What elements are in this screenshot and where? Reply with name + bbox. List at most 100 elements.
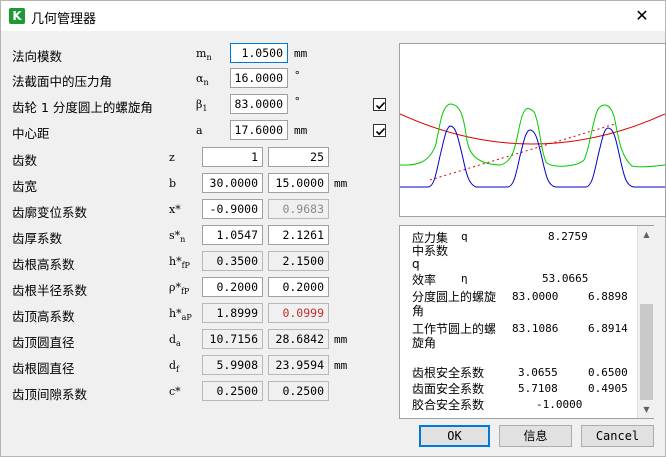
result-row-root-safety-value1: 3.0655 <box>518 366 558 379</box>
helix-angle-label: 齿轮 1 分度圆上的螺旋角 <box>12 100 153 115</box>
profile-shift-label: 齿廓变位系数 <box>12 205 88 220</box>
profile-shift-gear1-input[interactable]: -0.9000 <box>202 199 263 219</box>
pressure-angle-input[interactable]: 16.0000 <box>230 68 288 88</box>
tip-clearance-label: 齿顶间隙系数 <box>12 387 88 402</box>
results-scrollbar[interactable]: ▲ ▼ <box>637 226 654 418</box>
info-button[interactable]: 信息 <box>499 425 572 447</box>
dedendum-factor-symbol: h*fP <box>169 255 190 271</box>
center-distance-label: 中心距 <box>12 126 50 141</box>
root-diameter-unit: mm <box>334 359 348 372</box>
tip-clearance-gear1-input[interactable]: 0.2500 <box>202 381 263 401</box>
normal-module-unit: mm <box>294 47 308 60</box>
profile-shift-gear2-input: 0.9683 <box>268 199 329 219</box>
normal-module-input[interactable]: 1.0500 <box>230 43 288 63</box>
result-row-pitch-helix-angle-value1: 83.0000 <box>512 290 559 303</box>
tip-diameter-gear1-input[interactable]: 10.7156 <box>202 329 263 349</box>
tip-clearance-symbol: c* <box>169 385 181 398</box>
dedendum-factor-label: 齿根高系数 <box>12 257 75 272</box>
tooth-count-gear2-input[interactable]: 25 <box>268 147 329 167</box>
result-row-flank-safety: 齿面安全系数 <box>412 382 485 396</box>
helix-angle-unit: ° <box>294 95 301 108</box>
dedendum-factor-gear2-input[interactable]: 2.1500 <box>268 251 329 271</box>
result-row-flank-safety-value1: 5.7108 <box>518 382 558 395</box>
cancel-button[interactable]: Cancel <box>581 425 654 447</box>
tooth-count-symbol: z <box>169 151 175 164</box>
center-distance-symbol: a <box>196 124 203 137</box>
pressure-angle-unit: ° <box>294 69 301 82</box>
thickness-factor-symbol: s*n <box>169 229 186 245</box>
face-width-label: 齿宽 <box>12 179 38 194</box>
result-row-stress-concentration-value: 8.2759 <box>548 230 588 243</box>
face-width-gear2-input[interactable]: 15.0000 <box>268 173 329 193</box>
pressure-angle-symbol: αn <box>196 72 209 88</box>
result-row-scuffing-safety: 胶合安全系数 <box>412 398 485 412</box>
result-row-stress-concentration-3: q <box>412 257 420 271</box>
helix-angle-symbol: β1 <box>196 98 208 114</box>
normal-module-symbol: mn <box>196 47 212 63</box>
result-row-pitch-helix-angle: 分度圆上的螺旋 <box>412 290 497 304</box>
root-radius-factor-symbol: ρ*fP <box>169 281 190 297</box>
root-diameter-gear1-input[interactable]: 5.9908 <box>202 355 263 375</box>
dedendum-factor-gear1-input[interactable]: 0.3500 <box>202 251 263 271</box>
gear-mesh-drawing <box>399 103 666 188</box>
center-distance-input[interactable]: 17.6000 <box>230 120 288 140</box>
pitch-circle-arc <box>399 113 666 145</box>
scroll-thumb[interactable] <box>640 304 653 400</box>
result-row-flank-safety-value2: 0.4905 <box>588 382 628 395</box>
scroll-down-arrow-icon[interactable]: ▼ <box>638 401 655 418</box>
checkmark-icon <box>375 127 386 136</box>
thickness-factor-gear2-input[interactable]: 2.1261 <box>268 225 329 245</box>
scroll-up-arrow-icon[interactable]: ▲ <box>638 226 655 243</box>
addendum-factor-label: 齿顶高系数 <box>12 309 75 324</box>
tooth-count-gear1-input[interactable]: 1 <box>202 147 263 167</box>
tip-diameter-unit: mm <box>334 333 348 346</box>
helix-angle-input[interactable]: 83.0000 <box>230 94 288 114</box>
root-radius-factor-gear1-input[interactable]: 0.2000 <box>202 277 263 297</box>
root-diameter-symbol: df <box>169 359 180 375</box>
helix-angle-lock-checkbox[interactable] <box>373 98 386 111</box>
pressure-angle-label: 法截面中的压力角 <box>12 74 113 89</box>
addendum-factor-gear2-input[interactable]: 0.0999 <box>268 303 329 323</box>
result-row-efficiency: 效率 <box>412 273 437 287</box>
result-row-working-helix-angle-value2: 6.8914 <box>588 322 628 335</box>
center-distance-lock-checkbox[interactable] <box>373 124 386 137</box>
result-row-scuffing-safety-value1: -1.0000 <box>536 398 583 411</box>
root-diameter-label: 齿根圆直径 <box>12 361 75 376</box>
close-button[interactable]: ✕ <box>619 1 665 31</box>
window-title: 几何管理器 <box>31 12 97 27</box>
ok-button[interactable]: OK <box>419 425 490 447</box>
tooth-count-label: 齿数 <box>12 153 38 168</box>
result-row-working-helix-angle-2: 旋角 <box>412 336 437 350</box>
result-row-working-helix-angle-value1: 83.1086 <box>512 322 559 335</box>
normal-module-label: 法向模数 <box>12 49 63 64</box>
result-row-root-safety-value2: 0.6500 <box>588 366 628 379</box>
face-width-gear1-input[interactable]: 30.0000 <box>202 173 263 193</box>
geometry-manager-window: K 几何管理器 ✕ 法向模数 mn 1.0500 mm 法截面中的压力角 αn … <box>0 0 666 457</box>
center-distance-unit: mm <box>294 124 308 137</box>
profile-shift-symbol: x* <box>169 203 181 216</box>
result-row-efficiency-value: 53.0665 <box>542 272 589 285</box>
tip-clearance-gear2-input[interactable]: 0.2500 <box>268 381 329 401</box>
addendum-factor-symbol: h*aP <box>169 307 192 323</box>
root-radius-factor-gear2-input[interactable]: 0.2000 <box>268 277 329 297</box>
tip-diameter-symbol: da <box>169 333 181 349</box>
result-row-stress-concentration-symbol: q <box>461 230 468 243</box>
checkmark-icon <box>375 101 386 110</box>
root-radius-factor-label: 齿根半径系数 <box>12 283 88 298</box>
app-icon: K <box>9 8 25 24</box>
addendum-factor-gear1-input[interactable]: 1.8999 <box>202 303 263 323</box>
result-row-root-safety: 齿根安全系数 <box>412 366 485 380</box>
title-bar: K 几何管理器 ✕ <box>1 1 665 31</box>
tip-diameter-label: 齿顶圆直径 <box>12 335 75 350</box>
tip-diameter-gear2-input[interactable]: 28.6842 <box>268 329 329 349</box>
face-width-unit: mm <box>334 177 348 190</box>
result-row-pitch-helix-angle-value2: 6.8898 <box>588 290 628 303</box>
result-row-efficiency-symbol: η <box>461 272 468 285</box>
gear-mesh-preview <box>399 43 666 217</box>
result-row-pitch-helix-angle-2: 角 <box>412 304 425 318</box>
thickness-factor-gear1-input[interactable]: 1.0547 <box>202 225 263 245</box>
root-diameter-gear2-input[interactable]: 23.9594 <box>268 355 329 375</box>
face-width-symbol: b <box>169 177 177 190</box>
thickness-factor-label: 齿厚系数 <box>12 231 63 246</box>
results-list[interactable]: 应力集 q 8.2759 中系数 q 效率 η 53.0665 分度圆上的螺旋 … <box>399 225 654 419</box>
